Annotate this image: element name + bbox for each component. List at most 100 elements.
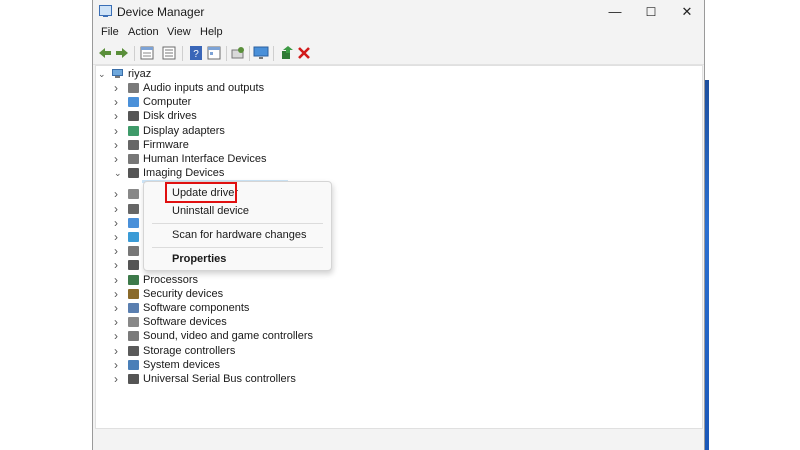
desktop-background: [706, 0, 800, 450]
tree-category-label: Human Interface Devices: [143, 153, 267, 165]
tree-category-row[interactable]: › Display adapters: [110, 124, 300, 138]
tree-category-row[interactable]: › Processors: [110, 273, 300, 287]
minimize-button[interactable]: —: [597, 0, 633, 24]
chevron-right-icon[interactable]: ›: [114, 202, 118, 216]
tree-category-label: Disk drives: [143, 110, 197, 122]
tree-category-row[interactable]: › Software components: [110, 301, 300, 315]
monitor-icon[interactable]: [253, 45, 269, 61]
computer-icon: [128, 97, 139, 107]
close-button[interactable]: ✕: [669, 0, 705, 24]
tree-category-row[interactable]: › Computer: [110, 95, 300, 109]
chevron-right-icon[interactable]: ›: [114, 109, 118, 123]
disk-drive-icon: [128, 111, 139, 121]
menu-action[interactable]: Action: [128, 26, 159, 38]
monitor-icon: [128, 218, 139, 228]
chevron-right-icon[interactable]: ›: [114, 124, 118, 138]
tree-category-label: Software devices: [143, 316, 227, 328]
sound-icon: [128, 331, 139, 341]
update-driver-icon[interactable]: [279, 45, 295, 61]
hid-icon: [128, 154, 139, 164]
software-device-icon: [128, 317, 139, 327]
device-manager-icon: [99, 5, 112, 17]
chevron-right-icon[interactable]: ›: [114, 372, 118, 386]
tree-category-label: Computer: [143, 96, 192, 108]
processor-icon: [128, 275, 139, 285]
window-title: Device Manager: [117, 5, 205, 19]
firmware-icon: [128, 140, 139, 150]
chevron-right-icon[interactable]: ›: [114, 358, 118, 372]
tree-category-row[interactable]: › Software devices: [110, 315, 300, 329]
properties-menu-item[interactable]: Properties: [172, 253, 226, 265]
chevron-right-icon[interactable]: ›: [114, 187, 118, 201]
chevron-right-icon[interactable]: ›: [114, 81, 118, 95]
status-bar: [93, 430, 704, 450]
chevron-right-icon[interactable]: ›: [114, 230, 118, 244]
tree-category-row[interactable]: › Audio inputs and outputs: [110, 81, 300, 95]
maximize-button[interactable]: ☐: [633, 0, 669, 24]
software-component-icon: [128, 303, 139, 313]
tree-category-row[interactable]: ⌄ Imaging Devices: [110, 166, 300, 180]
chevron-right-icon[interactable]: ›: [114, 216, 118, 230]
tree-category-row[interactable]: › Disk drives: [110, 109, 300, 123]
menu-separator: [152, 247, 323, 248]
tree-category-row[interactable]: › Security devices: [110, 287, 300, 301]
chevron-right-icon[interactable]: ›: [114, 315, 118, 329]
back-icon[interactable]: [97, 45, 113, 61]
tree-category-label: System devices: [143, 359, 221, 371]
tree-category-row[interactable]: › Human Interface Devices: [110, 152, 300, 166]
forward-icon[interactable]: [114, 45, 130, 61]
tree-category-row[interactable]: › System devices: [110, 358, 300, 372]
tree-category-label: Universal Serial Bus controllers: [143, 373, 296, 385]
chevron-right-icon[interactable]: ›: [114, 344, 118, 358]
keyboard-icon: [128, 189, 139, 199]
usb-icon: [128, 374, 139, 384]
chevron-right-icon[interactable]: ›: [114, 301, 118, 315]
chevron-right-icon[interactable]: ›: [114, 258, 118, 272]
port-icon: [128, 246, 139, 256]
highlight-box: [165, 182, 237, 203]
toolbar-separator: [249, 46, 250, 61]
tree-root[interactable]: ⌄ riyaz: [96, 67, 176, 81]
security-device-icon: [128, 289, 139, 299]
menu-bar: File Action View Help: [93, 24, 704, 42]
show-hidden-icon[interactable]: [206, 45, 222, 61]
chevron-right-icon[interactable]: ›: [114, 287, 118, 301]
mouse-icon: [128, 204, 139, 214]
uninstall-icon[interactable]: [296, 45, 312, 61]
computer-icon: [112, 69, 123, 78]
tree-category-label: Audio inputs and outputs: [143, 82, 265, 94]
tree-category-label: Storage controllers: [143, 345, 236, 357]
menu-view[interactable]: View: [167, 26, 191, 38]
svg-text:?: ?: [193, 49, 199, 60]
chevron-down-icon[interactable]: ⌄: [98, 67, 106, 81]
uninstall-device-menu-item[interactable]: Uninstall device: [172, 205, 249, 217]
chevron-right-icon[interactable]: ›: [114, 138, 118, 152]
help-icon[interactable]: ?: [188, 45, 204, 61]
tree-root-label: riyaz: [128, 68, 152, 80]
tree-category-label: Processors: [143, 274, 199, 286]
scan-hardware-icon[interactable]: [230, 45, 246, 61]
chevron-right-icon[interactable]: ›: [114, 152, 118, 166]
tree-category-row[interactable]: › Sound, video and game controllers: [110, 329, 313, 343]
chevron-down-icon[interactable]: ⌄: [114, 166, 122, 180]
tree-category-row[interactable]: › Storage controllers: [110, 344, 300, 358]
tree-category-label: Security devices: [143, 288, 224, 300]
storage-controller-icon: [128, 346, 139, 356]
toolbar-separator: [273, 46, 274, 61]
tree-category-row[interactable]: › Firmware: [110, 138, 300, 152]
chevron-right-icon[interactable]: ›: [114, 329, 118, 343]
chevron-right-icon[interactable]: ›: [114, 244, 118, 258]
network-adapter-icon: [128, 232, 139, 242]
toolbar-separator: [226, 46, 227, 61]
tree-category-label: Software components: [143, 302, 250, 314]
list-icon[interactable]: [161, 45, 177, 61]
printer-icon: [128, 260, 139, 270]
chevron-right-icon[interactable]: ›: [114, 273, 118, 287]
toolbar-separator: [134, 46, 135, 61]
properties-icon[interactable]: [139, 45, 155, 61]
tree-category-row[interactable]: › Universal Serial Bus controllers: [110, 372, 300, 386]
scan-hardware-menu-item[interactable]: Scan for hardware changes: [172, 229, 307, 241]
menu-help[interactable]: Help: [200, 26, 223, 38]
chevron-right-icon[interactable]: ›: [114, 95, 118, 109]
menu-file[interactable]: File: [101, 26, 119, 38]
